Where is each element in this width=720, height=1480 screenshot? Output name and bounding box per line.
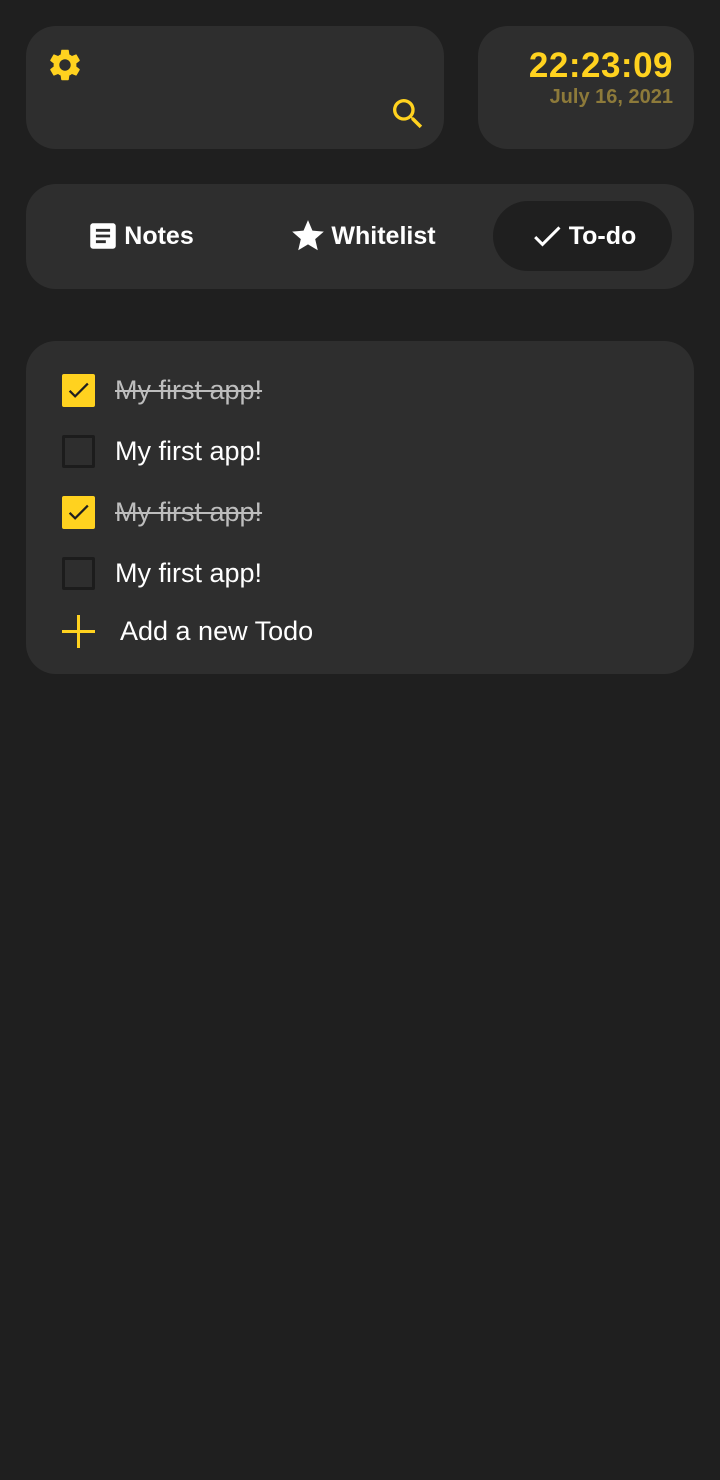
check-icon xyxy=(533,226,561,247)
checkmark-icon xyxy=(68,504,89,520)
checkbox-checked[interactable] xyxy=(62,373,95,407)
todo-item[interactable]: My first app! xyxy=(62,494,262,530)
todo-item[interactable]: My first app! xyxy=(62,433,262,469)
todo-item[interactable]: My first app! xyxy=(62,555,262,591)
search-card xyxy=(26,26,444,149)
tab-notes-label: Notes xyxy=(124,221,194,250)
tab-todo-label: To-do xyxy=(568,221,637,250)
todo-text: My first app! xyxy=(115,435,263,466)
todo-item[interactable]: My first app! xyxy=(62,372,262,408)
settings-button[interactable] xyxy=(46,46,84,84)
checkbox-unchecked[interactable] xyxy=(62,434,95,468)
search-icon xyxy=(393,99,423,129)
tab-todo[interactable]: To-do xyxy=(493,201,672,271)
todo-text: My first app! xyxy=(115,557,263,588)
gear-icon xyxy=(50,49,80,81)
search-button[interactable] xyxy=(388,94,428,134)
checkbox-unchecked[interactable] xyxy=(62,556,95,590)
note-icon xyxy=(90,223,117,249)
todo-text: My first app! xyxy=(115,374,263,405)
clock-time: 22:23:09 xyxy=(528,46,673,85)
add-todo-label: Add a new Todo xyxy=(120,615,314,646)
clock-date: July 16, 2021 xyxy=(549,86,673,108)
tab-whitelist[interactable]: Whitelist xyxy=(280,201,445,271)
star-icon xyxy=(292,220,325,251)
tab-whitelist-label: Whitelist xyxy=(331,221,436,250)
checkbox-checked[interactable] xyxy=(62,495,95,529)
checkmark-icon xyxy=(68,382,89,398)
add-todo-button[interactable]: Add a new Todo xyxy=(62,612,313,650)
plus-icon xyxy=(62,614,95,648)
tab-notes[interactable]: Notes xyxy=(70,201,210,271)
todo-text: My first app! xyxy=(115,496,263,527)
